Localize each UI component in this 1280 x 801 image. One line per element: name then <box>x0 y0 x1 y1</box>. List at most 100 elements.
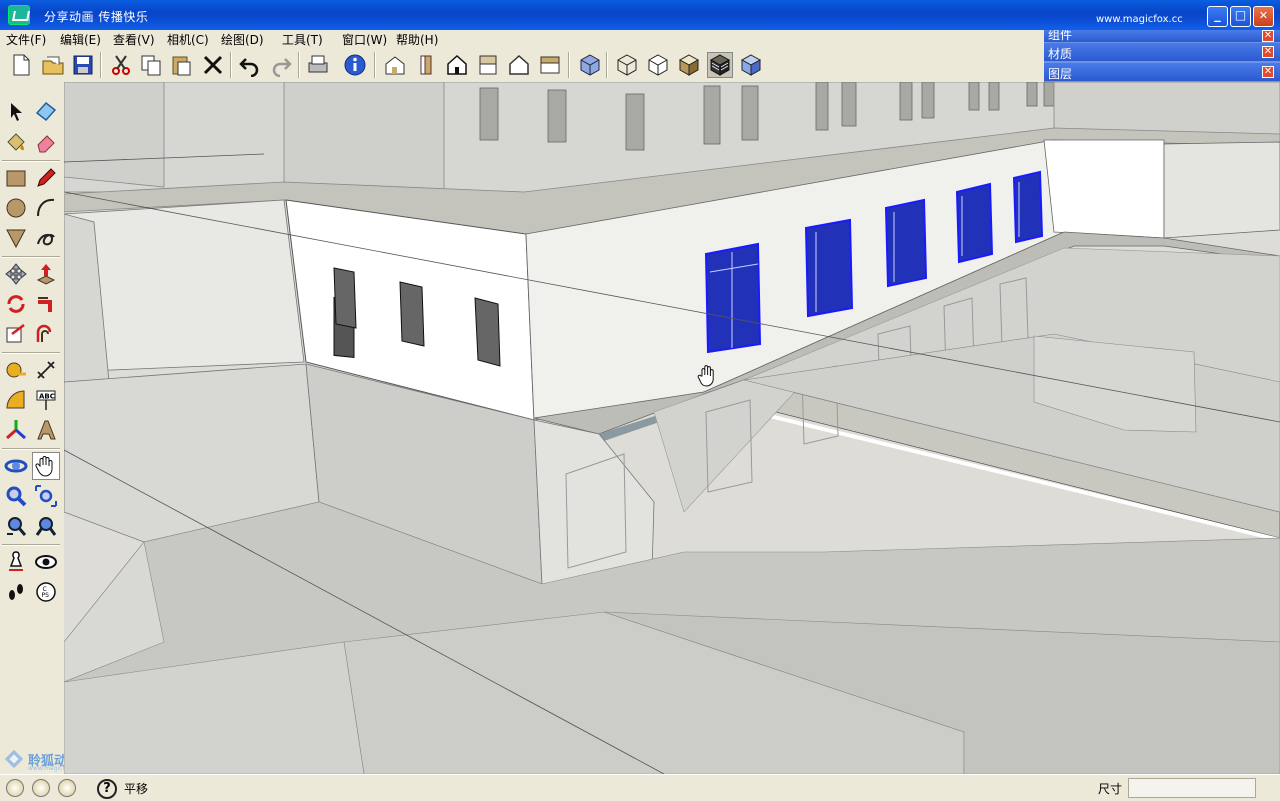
measurements-input[interactable] <box>1128 778 1256 798</box>
erase-icon[interactable] <box>200 52 226 78</box>
walk-icon[interactable] <box>2 578 30 606</box>
zoom-icon[interactable] <box>2 482 30 510</box>
window-title: 分享动画 传播快乐 <box>44 10 149 24</box>
close-icon[interactable]: ✕ <box>1262 30 1274 42</box>
front-view-icon[interactable] <box>413 52 439 78</box>
copy-icon[interactable] <box>138 52 164 78</box>
zoom-extents-icon[interactable] <box>32 512 60 540</box>
tray-label: 图层 <box>1048 67 1073 81</box>
rectangle-icon[interactable] <box>2 164 30 192</box>
menu-view[interactable]: 查看(V) <box>113 31 155 48</box>
menu-camera[interactable]: 相机(C) <box>167 31 209 48</box>
menu-window[interactable]: 窗口(W) <box>342 31 387 48</box>
geo-location-icon[interactable] <box>6 779 24 797</box>
tool-separator <box>2 448 60 450</box>
offset-icon[interactable] <box>32 320 60 348</box>
pencil-icon[interactable] <box>32 164 60 192</box>
previous-view-icon[interactable] <box>2 512 30 540</box>
tool-palette: ABC C PS 聆狐动画 www.magicfox.cc <box>0 82 80 774</box>
freehand-icon[interactable] <box>32 224 60 252</box>
hidden-line-icon[interactable] <box>645 52 671 78</box>
model-viewport[interactable] <box>64 82 1280 774</box>
dimension-icon[interactable] <box>32 356 60 384</box>
svg-text:PS: PS <box>42 592 50 599</box>
menu-file[interactable]: 文件(F) <box>6 31 46 48</box>
user-icon[interactable] <box>58 779 76 797</box>
app-logo-icon[interactable] <box>8 5 30 25</box>
print-icon[interactable] <box>305 52 331 78</box>
tray-label: 组件 <box>1048 30 1073 42</box>
menu-draw[interactable]: 绘图(D) <box>221 31 264 48</box>
maximize-button[interactable]: □ <box>1230 6 1251 27</box>
close-icon[interactable]: ✕ <box>1262 46 1274 58</box>
toolbar-separator <box>230 52 232 78</box>
home-view-icon[interactable] <box>444 52 470 78</box>
rotate-icon[interactable] <box>2 290 30 318</box>
minimize-button[interactable]: _ <box>1207 6 1228 27</box>
svg-text:ABC: ABC <box>39 393 55 401</box>
pan-icon[interactable] <box>32 452 60 480</box>
push-pull-icon[interactable] <box>32 260 60 288</box>
eraser-icon[interactable] <box>32 128 60 156</box>
undo-icon[interactable] <box>237 52 263 78</box>
right-view-icon[interactable] <box>506 52 532 78</box>
3d-text-icon[interactable] <box>32 416 60 444</box>
title-bar: 分享动画 传播快乐 www.magicfox.cc _ □ ✕ <box>0 0 1280 30</box>
xray-icon[interactable] <box>577 52 603 78</box>
look-around-icon[interactable] <box>32 548 60 576</box>
menu-help[interactable]: 帮助(H) <box>396 31 438 48</box>
tray-layers[interactable]: 图层 ✕ <box>1044 63 1280 81</box>
menu-tools[interactable]: 工具(T) <box>282 31 323 48</box>
toolbar-separator <box>568 52 570 78</box>
orbit-icon[interactable] <box>2 452 30 480</box>
close-icon[interactable]: ✕ <box>1262 66 1274 78</box>
zoom-window-icon[interactable] <box>32 482 60 510</box>
toolbar-separator <box>374 52 376 78</box>
back-view-icon[interactable] <box>537 52 563 78</box>
top-view-icon[interactable] <box>475 52 501 78</box>
menu-edit[interactable]: 编辑(E) <box>60 31 101 48</box>
follow-me-icon[interactable] <box>32 290 60 318</box>
iso-view-icon[interactable] <box>382 52 408 78</box>
redo-icon[interactable] <box>268 52 294 78</box>
building-model <box>64 82 1280 774</box>
component-icon[interactable] <box>32 98 60 126</box>
circle-icon[interactable] <box>2 194 30 222</box>
paint-bucket-icon[interactable] <box>2 128 30 156</box>
help-icon[interactable]: ? <box>97 779 117 799</box>
cut-icon[interactable] <box>108 52 134 78</box>
model-info-icon[interactable] <box>342 52 368 78</box>
status-bar: ? 平移 尺寸 <box>0 774 1280 801</box>
open-icon[interactable] <box>40 52 66 78</box>
protractor-icon[interactable] <box>2 386 30 414</box>
status-hint: 平移 <box>124 782 149 796</box>
scale-icon[interactable] <box>2 320 30 348</box>
tape-measure-icon[interactable] <box>2 356 30 384</box>
main-toolbar <box>0 48 1044 83</box>
tray-components[interactable]: 组件 ✕ <box>1044 30 1280 42</box>
select-icon[interactable] <box>2 98 30 126</box>
watermark-url: www.magicfox.cc <box>1096 14 1183 25</box>
move-icon[interactable] <box>2 260 30 288</box>
save-icon[interactable] <box>70 52 96 78</box>
new-icon[interactable] <box>8 52 34 78</box>
arc-icon[interactable] <box>32 194 60 222</box>
tray-label: 材质 <box>1048 47 1073 61</box>
text-icon[interactable]: ABC <box>32 386 60 414</box>
shaded-icon[interactable] <box>676 52 702 78</box>
menu-bar: 文件(F) 编辑(E) 查看(V) 相机(C) 绘图(D) 工具(T) 窗口(W… <box>0 30 1044 48</box>
tool-separator <box>2 256 60 258</box>
tool-separator <box>2 160 60 162</box>
close-button[interactable]: ✕ <box>1253 6 1274 27</box>
tray-materials[interactable]: 材质 ✕ <box>1044 43 1280 61</box>
monochrome-icon[interactable] <box>738 52 764 78</box>
axes-icon[interactable] <box>2 416 30 444</box>
credits-icon[interactable] <box>32 779 50 797</box>
polygon-icon[interactable] <box>2 224 30 252</box>
toolbar-separator <box>100 52 102 78</box>
position-camera-icon[interactable] <box>2 548 30 576</box>
wireframe-icon[interactable] <box>614 52 640 78</box>
shaded-texture-icon[interactable] <box>707 52 733 78</box>
section-plane-icon[interactable]: C PS <box>32 578 60 606</box>
paste-icon[interactable] <box>168 52 194 78</box>
